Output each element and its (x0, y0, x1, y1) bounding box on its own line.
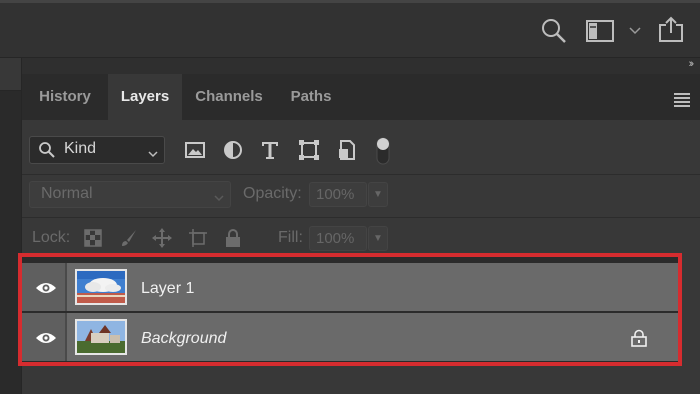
chevron-down-icon (213, 190, 225, 202)
search-icon[interactable] (541, 18, 567, 44)
search-icon (38, 141, 56, 159)
layer-thumbnail (75, 319, 127, 355)
header-top-divider (0, 0, 700, 3)
filter-kind-label: Kind (64, 140, 97, 157)
chevron-down-icon[interactable] (628, 24, 642, 36)
lock-position-icon[interactable] (152, 228, 172, 248)
tab-paths[interactable]: Paths (276, 74, 346, 120)
layer-thumbnail (75, 269, 127, 305)
share-icon[interactable] (657, 15, 685, 43)
filter-toggle-switch[interactable] (375, 136, 391, 166)
eye-icon[interactable] (35, 281, 57, 295)
lock-icon[interactable] (630, 329, 648, 347)
filter-divider (22, 174, 700, 175)
chevron-down-icon (147, 146, 159, 158)
panel-menu-icon[interactable] (674, 93, 690, 107)
adjustment-filter-icon[interactable] (222, 139, 244, 161)
lock-artboard-icon[interactable] (188, 228, 208, 248)
smart-object-filter-icon[interactable] (336, 139, 358, 161)
panel-collapse-bar[interactable] (22, 58, 700, 74)
fill-label: Fill: (278, 229, 303, 246)
lock-label: Lock: (32, 229, 71, 246)
tab-history[interactable]: History (22, 74, 108, 120)
blend-divider (22, 217, 700, 218)
lock-transparent-pixels-icon[interactable] (83, 228, 103, 248)
lock-image-pixels-icon[interactable] (119, 228, 139, 248)
type-filter-icon[interactable] (259, 139, 281, 161)
tab-layers[interactable]: Layers (108, 74, 182, 120)
collapse-panel-icon[interactable]: ›› (689, 58, 695, 70)
layer-name[interactable]: Layer 1 (141, 280, 194, 298)
opacity-dropdown-button[interactable]: ▼ (368, 182, 388, 207)
opacity-label: Opacity: (243, 185, 302, 202)
fill-dropdown-button[interactable]: ▼ (368, 226, 388, 251)
fill-input[interactable]: 100% (309, 226, 367, 251)
opacity-input[interactable]: 100% (309, 182, 367, 207)
layer-name[interactable]: Background (141, 330, 226, 348)
shape-filter-icon[interactable] (298, 139, 320, 161)
blend-mode-value: Normal (41, 185, 93, 202)
tab-channels[interactable]: Channels (182, 74, 276, 120)
left-dock-header (0, 58, 21, 91)
lock-all-icon[interactable] (223, 228, 243, 248)
eye-icon[interactable] (35, 331, 57, 345)
workspace-icon[interactable] (586, 20, 614, 42)
image-filter-icon[interactable] (184, 139, 206, 161)
